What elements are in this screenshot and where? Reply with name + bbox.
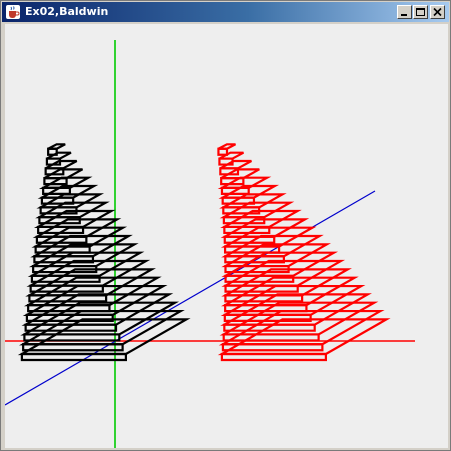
pyramid-layer-edge (220, 352, 327, 362)
left-pyramid (17, 143, 191, 362)
pyramid-layer-edge (223, 235, 276, 244)
pyramid-layer-edge (223, 245, 281, 254)
app-window: Ex02,Baldwin (0, 0, 451, 451)
maximize-icon (416, 8, 425, 16)
scene-3d (5, 40, 415, 448)
pyramid-layer-edge (22, 343, 124, 352)
pyramid-layer-edge (217, 147, 229, 156)
right-pyramid (217, 143, 391, 362)
minimize-icon (401, 14, 407, 16)
pyramid-layer-edge (24, 323, 118, 332)
pyramid-layer-edge (223, 225, 271, 235)
pyramid-layer (36, 193, 105, 209)
pyramid-layer-edge (20, 352, 128, 362)
close-icon (433, 7, 442, 17)
pyramid-layer-edge (40, 196, 75, 205)
title-bar[interactable]: Ex02,Baldwin (2, 2, 449, 22)
window-title: Ex02,Baldwin (25, 5, 109, 18)
pyramid-layer-edge (221, 196, 256, 205)
minimize-button[interactable] (397, 5, 412, 19)
java-cup-icon[interactable] (6, 5, 20, 19)
pyramid-layer-edge (23, 333, 121, 342)
pyramid-layer-edge (222, 333, 320, 342)
pyramid-layer-edge (42, 186, 71, 195)
pyramid-layer-edge (221, 343, 324, 352)
maximize-button[interactable] (413, 5, 428, 19)
close-button[interactable] (430, 5, 445, 19)
pyramid-layer-edge (37, 225, 85, 235)
pyramid-layer-edge (47, 147, 58, 156)
drawing-canvas[interactable] (5, 24, 448, 448)
